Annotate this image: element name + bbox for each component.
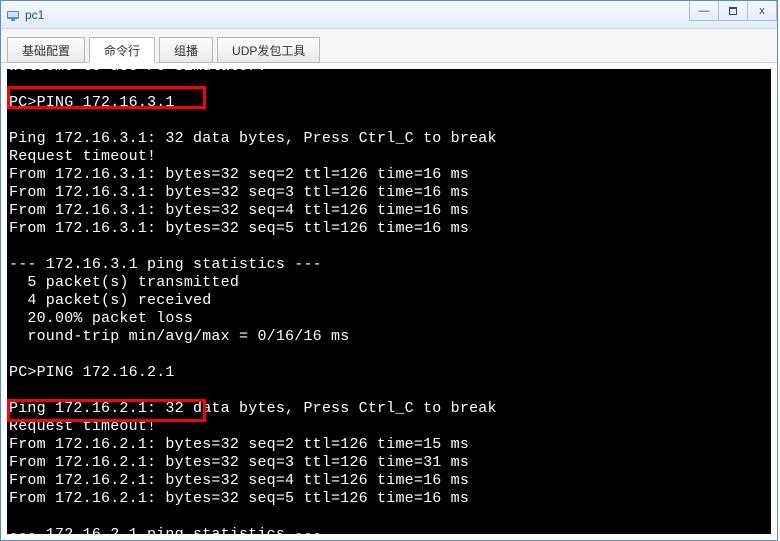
body-area: Welcome to use PC Simulator! PC>PING 172… [1,63,777,540]
window-controls: — x [690,1,777,21]
tab-multicast[interactable]: 组播 [159,37,213,63]
terminal-line: 4 packet(s) received [9,292,769,310]
terminal-line: Request timeout! [9,148,769,166]
terminal-line: round-trip min/avg/max = 0/16/16 ms [9,328,769,346]
terminal-line: From 172.16.2.1: bytes=32 seq=3 ttl=126 … [9,454,769,472]
app-icon [5,7,21,23]
terminal-line: Ping 172.16.2.1: 32 data bytes, Press Ct… [9,400,769,418]
terminal-line: PC>PING 172.16.2.1 [9,364,769,382]
terminal-line: From 172.16.3.1: bytes=32 seq=3 ttl=126 … [9,184,769,202]
terminal-line [9,346,769,364]
terminal-line: Welcome to use PC Simulator! [9,69,769,76]
terminal-line: From 172.16.3.1: bytes=32 seq=2 ttl=126 … [9,166,769,184]
terminal-line: From 172.16.3.1: bytes=32 seq=4 ttl=126 … [9,202,769,220]
minimize-button[interactable]: — [689,1,719,21]
titlebar: pc1 — x [1,1,777,29]
terminal-line [9,112,769,130]
terminal[interactable]: Welcome to use PC Simulator! PC>PING 172… [7,69,771,534]
terminal-line: --- 172.16.2.1 ping statistics --- [9,526,769,534]
terminal-line: 20.00% packet loss [9,310,769,328]
terminal-line: Request timeout! [9,418,769,436]
tab-bar: 基础配置 命令行 组播 UDP发包工具 [1,29,777,63]
tab-udp-tool[interactable]: UDP发包工具 [217,37,320,63]
app-window: pc1 — x 基础配置 命令行 组播 UDP发包工具 Welcome to u… [0,0,778,541]
maximize-button[interactable] [718,1,748,21]
terminal-line: --- 172.16.3.1 ping statistics --- [9,256,769,274]
terminal-line: Ping 172.16.3.1: 32 data bytes, Press Ct… [9,130,769,148]
terminal-line: From 172.16.3.1: bytes=32 seq=5 ttl=126 … [9,220,769,238]
terminal-line: PC>PING 172.16.3.1 [9,94,769,112]
close-button[interactable]: x [747,1,777,21]
terminal-line: From 172.16.2.1: bytes=32 seq=5 ttl=126 … [9,490,769,508]
terminal-line [9,508,769,526]
terminal-line: 5 packet(s) transmitted [9,274,769,292]
terminal-line [9,238,769,256]
terminal-line: From 172.16.2.1: bytes=32 seq=4 ttl=126 … [9,472,769,490]
terminal-line [9,382,769,400]
tab-basic-config[interactable]: 基础配置 [7,37,85,63]
maximize-icon [729,7,737,15]
terminal-line: From 172.16.2.1: bytes=32 seq=2 ttl=126 … [9,436,769,454]
window-title: pc1 [25,8,44,22]
tab-command-line[interactable]: 命令行 [89,37,155,63]
terminal-line [9,76,769,94]
